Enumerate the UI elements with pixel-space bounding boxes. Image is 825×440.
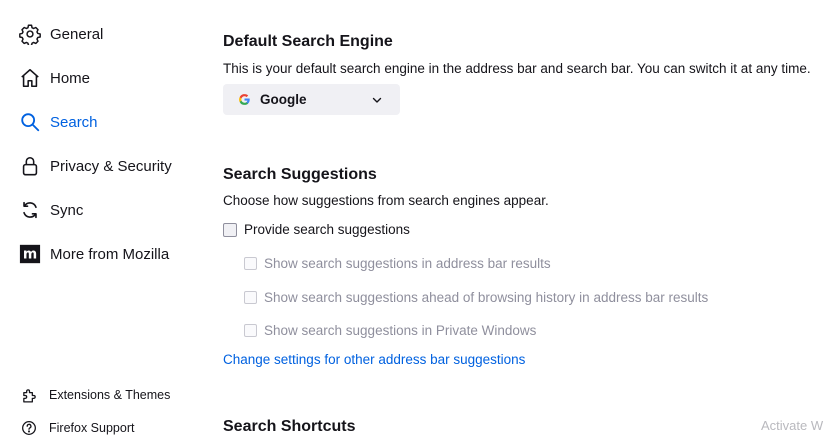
- search-suggestions-description: Choose how suggestions from search engin…: [223, 193, 549, 208]
- suggestions-in-private-windows-label: Show search suggestions in Private Windo…: [264, 323, 537, 338]
- sidebar-footer-extensions-themes[interactable]: Extensions & Themes: [20, 384, 170, 406]
- suggestions-in-private-windows-option[interactable]: Show search suggestions in Private Windo…: [244, 323, 536, 338]
- default-search-engine-description: This is your default search engine in th…: [223, 61, 811, 76]
- sidebar-item-sync[interactable]: Sync: [18, 195, 83, 225]
- chevron-down-icon: [371, 94, 383, 106]
- svg-text:m: m: [23, 247, 37, 263]
- provide-search-suggestions-label: Provide search suggestions: [244, 222, 410, 237]
- suggestions-in-private-windows-checkbox[interactable]: [244, 324, 257, 337]
- sidebar-item-label: Search: [50, 113, 98, 131]
- suggestions-ahead-of-history-checkbox[interactable]: [244, 291, 257, 304]
- provide-search-suggestions-option[interactable]: Provide search suggestions: [223, 222, 410, 237]
- search-icon: [18, 110, 42, 134]
- default-search-engine-value: Google: [260, 92, 307, 107]
- change-address-bar-suggestions-link[interactable]: Change settings for other address bar su…: [223, 352, 525, 367]
- sidebar-item-privacy-security[interactable]: Privacy & Security: [18, 151, 172, 181]
- suggestions-ahead-of-history-option[interactable]: Show search suggestions ahead of browsin…: [244, 290, 708, 305]
- sidebar-item-general[interactable]: General: [18, 19, 103, 49]
- suggestions-in-address-bar-option[interactable]: Show search suggestions in address bar r…: [244, 256, 551, 271]
- search-suggestions-heading: Search Suggestions: [223, 166, 377, 183]
- sidebar-item-search[interactable]: Search: [18, 107, 98, 137]
- sidebar: General Home Search Privacy & Security S…: [0, 0, 200, 440]
- suggestions-in-address-bar-label: Show search suggestions in address bar r…: [264, 256, 551, 271]
- sync-icon: [18, 198, 42, 222]
- sidebar-item-home[interactable]: Home: [18, 63, 90, 93]
- puzzle-icon: [20, 386, 38, 404]
- suggestions-in-address-bar-checkbox[interactable]: [244, 257, 257, 270]
- gear-icon: [18, 22, 42, 46]
- sidebar-item-label: General: [50, 25, 104, 43]
- default-search-engine-heading: Default Search Engine: [223, 33, 393, 50]
- sidebar-footer-label: Firefox Support: [49, 421, 135, 435]
- mozilla-icon: m: [18, 242, 42, 266]
- lock-icon: [18, 154, 42, 178]
- activation-watermark: Activate W: [761, 418, 824, 433]
- sidebar-item-label: More from Mozilla: [50, 245, 170, 263]
- sidebar-item-more-from-mozilla[interactable]: m More from Mozilla: [18, 239, 169, 269]
- sidebar-item-label: Home: [50, 69, 91, 87]
- search-shortcuts-heading: Search Shortcuts: [223, 418, 356, 435]
- sidebar-item-label: Privacy & Security: [50, 157, 172, 175]
- help-icon: [20, 419, 38, 437]
- suggestions-ahead-of-history-label: Show search suggestions ahead of browsin…: [264, 290, 709, 305]
- sidebar-item-label: Sync: [50, 201, 84, 219]
- sidebar-footer-label: Extensions & Themes: [49, 388, 171, 402]
- preferences-page: General Home Search Privacy & Security S…: [0, 0, 825, 440]
- sidebar-footer-firefox-support[interactable]: Firefox Support: [20, 417, 134, 439]
- home-icon: [18, 66, 42, 90]
- default-search-engine-select[interactable]: Google: [223, 84, 400, 115]
- google-logo-icon: [238, 93, 251, 106]
- provide-search-suggestions-checkbox[interactable]: [223, 222, 237, 237]
